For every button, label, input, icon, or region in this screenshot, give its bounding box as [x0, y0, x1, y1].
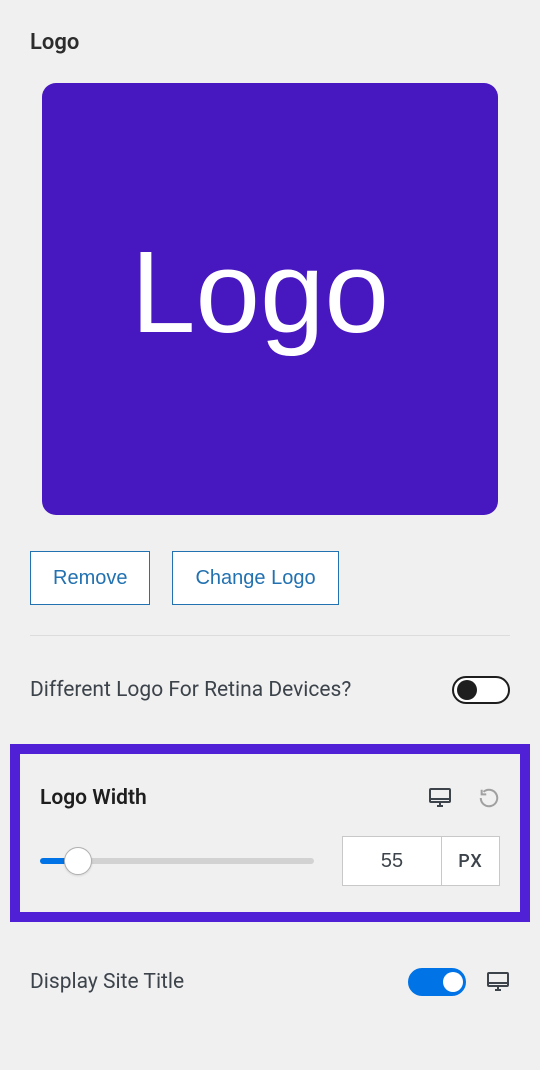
toggle-knob	[457, 680, 477, 700]
logo-button-row: Remove Change Logo	[30, 551, 510, 605]
logo-width-panel: Logo Width P	[10, 744, 530, 922]
retina-logo-row: Different Logo For Retina Devices?	[30, 666, 510, 714]
logo-width-slider[interactable]	[40, 858, 314, 864]
logo-width-icon-row	[428, 787, 500, 809]
slider-thumb[interactable]	[64, 847, 92, 875]
section-title-logo: Logo	[30, 30, 510, 55]
responsive-desktop-icon[interactable]	[428, 787, 452, 809]
responsive-desktop-icon[interactable]	[486, 971, 510, 993]
logo-width-label: Logo Width	[40, 786, 147, 810]
site-title-controls	[408, 968, 510, 996]
logo-preview-container: Logo	[30, 83, 510, 515]
divider	[30, 635, 510, 636]
logo-width-slider-row: PX	[40, 836, 500, 886]
logo-preview-text: Logo	[131, 225, 389, 359]
logo-width-unit[interactable]: PX	[441, 837, 499, 885]
logo-width-input[interactable]	[343, 837, 441, 885]
retina-toggle[interactable]	[452, 676, 510, 704]
logo-width-value-group: PX	[342, 836, 500, 886]
logo-width-header: Logo Width	[40, 786, 500, 810]
site-title-row: Display Site Title	[30, 968, 510, 996]
reset-icon[interactable]	[478, 787, 500, 809]
remove-button[interactable]: Remove	[30, 551, 150, 605]
change-logo-button[interactable]: Change Logo	[172, 551, 338, 605]
site-title-toggle[interactable]	[408, 968, 466, 996]
retina-label: Different Logo For Retina Devices?	[30, 678, 351, 702]
toggle-knob	[443, 972, 463, 992]
site-title-label: Display Site Title	[30, 970, 184, 994]
logo-preview[interactable]: Logo	[42, 83, 498, 515]
